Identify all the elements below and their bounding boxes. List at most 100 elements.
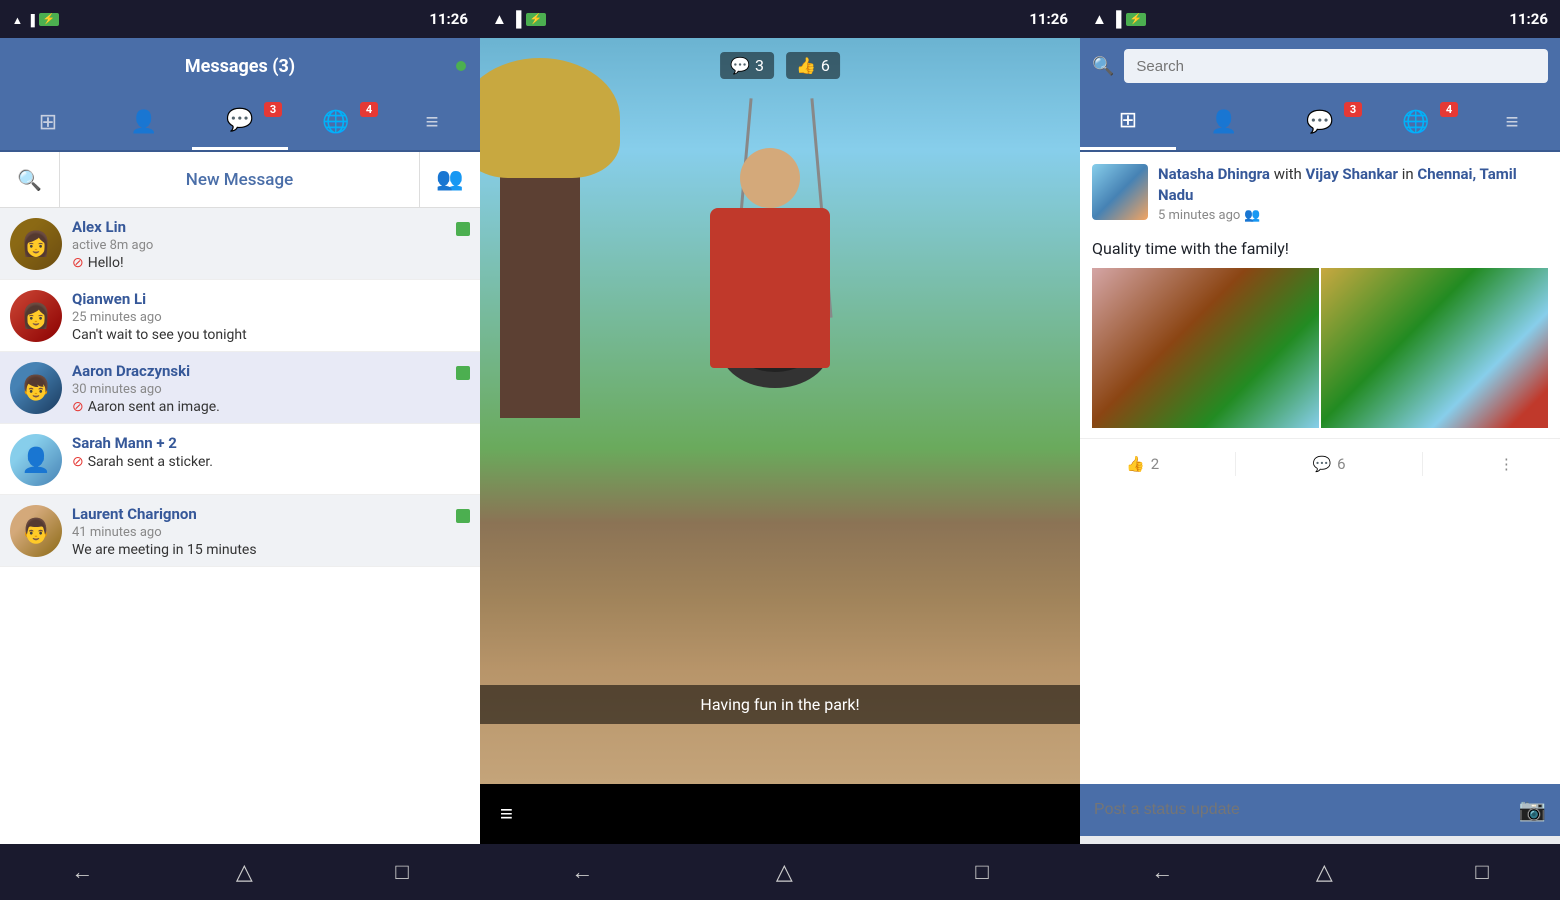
tab-friends[interactable]: 👤 — [96, 94, 192, 150]
news-icon: ⊞ — [39, 110, 57, 135]
post-photo-1[interactable] — [1092, 268, 1319, 428]
msg-time-qianwen: 25 minutes ago — [72, 310, 470, 325]
new-message-button[interactable]: New Message — [60, 152, 420, 207]
signal-icon — [27, 10, 35, 28]
feed-tab-messages[interactable]: 💬 3 — [1272, 94, 1368, 150]
photo-caption-text: Having fun in the park! — [700, 695, 859, 714]
message-item-aaron[interactable]: 👦 Aaron Draczynski 30 minutes ago ⊘Aaron… — [0, 352, 480, 424]
like-action-icon: 👍 — [1126, 455, 1145, 473]
feed-tab-globe[interactable]: 🌐 4 — [1368, 94, 1464, 150]
tab-menu[interactable]: ≡ — [384, 94, 480, 150]
msg-preview-qianwen: Can't wait to see you tonight — [72, 327, 470, 343]
tab-news[interactable]: ⊞ — [0, 94, 96, 150]
post-text: Quality time with the family! — [1080, 235, 1560, 268]
like-button[interactable]: 👍 2 — [1110, 455, 1175, 473]
photo-likes-stat: 👍 6 — [786, 52, 840, 79]
messages-topbar: Messages (3) — [0, 38, 480, 94]
msg-name-aaron: Aaron Draczynski — [72, 362, 446, 380]
nav-bottom-feed: ← △ □ — [1080, 844, 1560, 900]
post-photo-2[interactable] — [1321, 268, 1548, 428]
post-avatar — [1092, 164, 1148, 220]
avatar-aaron: 👦 — [10, 362, 62, 414]
back-button-messages[interactable]: ← — [71, 859, 93, 885]
avatar-laurent: 👨 — [10, 505, 62, 557]
photo-scene — [480, 38, 1080, 784]
msg-name-alexlin: Alex Lin — [72, 218, 446, 236]
unread-icon: ⊘ — [72, 255, 84, 271]
feed-tab-menu[interactable]: ≡ — [1464, 94, 1560, 150]
panel-messages: ⚡ 11:26 Messages (3) ⊞ 👤 💬 3 🌐 4 ≡ 🔍 — [0, 0, 480, 900]
back-button-photo[interactable]: ← — [571, 859, 593, 885]
home-button-feed[interactable]: △ — [1316, 860, 1333, 885]
search-button[interactable]: 🔍 — [0, 152, 60, 207]
comment-button[interactable]: 💬 6 — [1296, 455, 1361, 473]
recents-button-photo[interactable]: □ — [975, 859, 988, 885]
msg-name-laurent: Laurent Charignon — [72, 505, 446, 523]
status-time-photo: 11:26 — [1029, 10, 1068, 28]
feed-tab-friends[interactable]: 👤 — [1176, 94, 1272, 150]
msg-time-aaron: 30 minutes ago — [72, 382, 446, 397]
photo-wifi-icon: ▲ — [492, 10, 507, 28]
swing-child-head — [740, 148, 800, 208]
feed-wifi-icon: ▲ — [1092, 10, 1107, 28]
feed-hamburger-icon: ≡ — [1506, 109, 1519, 135]
msg-content-laurent: Laurent Charignon 41 minutes ago We are … — [72, 505, 446, 558]
feed-globe-badge: 4 — [1440, 102, 1458, 117]
feed-messages-icon: 💬 — [1306, 110, 1333, 135]
photo-main[interactable]: 💬 3 👍 6 Having fun in the park! — [480, 38, 1080, 784]
messages-action-bar: 🔍 New Message 👥 — [0, 152, 480, 208]
back-button-feed[interactable]: ← — [1151, 859, 1173, 885]
more-button[interactable]: ⋮ — [1483, 455, 1530, 473]
nav-bottom-photo: ← △ □ — [480, 844, 1080, 900]
avatar-qianwen: 👩 — [10, 290, 62, 342]
post-time-text: 5 minutes ago — [1158, 208, 1240, 223]
message-list: 👩 Alex Lin active 8m ago ⊘Hello! 👩 Qianw… — [0, 208, 480, 844]
messages-title: Messages (3) — [185, 56, 295, 77]
post-in-label: in — [1402, 165, 1418, 183]
message-item-alexlin[interactable]: 👩 Alex Lin active 8m ago ⊘Hello! — [0, 208, 480, 280]
photo-comments-stat: 💬 3 — [720, 52, 774, 79]
post-with-name: Vijay Shankar — [1306, 165, 1398, 183]
comment-icon: 💬 — [730, 56, 750, 75]
new-message-label: New Message — [186, 170, 293, 190]
home-button-photo[interactable]: △ — [776, 860, 793, 885]
feed-battery-icon: ⚡ — [1126, 13, 1146, 26]
search-input[interactable] — [1124, 49, 1548, 83]
action-divider-2 — [1422, 452, 1423, 476]
like-icon: 👍 — [796, 56, 816, 75]
post-header: Natasha Dhingra with Vijay Shankar in Ch… — [1080, 152, 1560, 235]
recents-button-messages[interactable]: □ — [395, 859, 408, 885]
globe-badge: 4 — [360, 102, 378, 117]
tab-globe[interactable]: 🌐 4 — [288, 94, 384, 150]
group-button[interactable]: 👥 — [420, 152, 480, 207]
recents-button-feed[interactable]: □ — [1475, 859, 1488, 885]
photo-status-icons: ▲ ▐ ⚡ — [492, 10, 546, 28]
panel-feed: ▲ ▐ ⚡ 11:26 🔍 ⊞ 👤 💬 3 🌐 4 ≡ — [1080, 0, 1560, 900]
group-icon: 👥 — [436, 167, 463, 192]
message-item-sarah[interactable]: 👤 Sarah Mann + 2 ⊘Sarah sent a sticker. — [0, 424, 480, 495]
msg-content-qianwen: Qianwen Li 25 minutes ago Can't wait to … — [72, 290, 470, 343]
tab-messages[interactable]: 💬 3 — [192, 94, 288, 150]
post-photos — [1080, 268, 1560, 438]
post-status-bar: 📷 — [1080, 784, 1560, 836]
camera-icon[interactable]: 📷 — [1519, 798, 1546, 823]
feed-tab-news[interactable]: ⊞ — [1080, 94, 1176, 150]
nav-bottom-messages: ← △ □ — [0, 844, 480, 900]
msg-preview-alexlin: ⊘Hello! — [72, 255, 446, 271]
error-icon-aaron: ⊘ — [72, 399, 84, 415]
message-item-qianwen[interactable]: 👩 Qianwen Li 25 minutes ago Can't wait t… — [0, 280, 480, 352]
comments-count: 3 — [755, 56, 764, 75]
photo-caption: Having fun in the park! — [480, 685, 1080, 724]
online-dot — [456, 61, 466, 71]
status-bar-photo: ▲ ▐ ⚡ 11:26 — [480, 0, 1080, 38]
search-icon: 🔍 — [17, 168, 42, 192]
status-icons: ⚡ — [12, 10, 59, 28]
message-item-laurent[interactable]: 👨 Laurent Charignon 41 minutes ago We ar… — [0, 495, 480, 567]
photo-menu-button[interactable]: ≡ — [500, 801, 513, 827]
likes-count: 6 — [821, 56, 830, 75]
home-button-messages[interactable]: △ — [236, 860, 253, 885]
msg-time-laurent: 41 minutes ago — [72, 525, 446, 540]
status-update-input[interactable] — [1094, 801, 1509, 819]
friends-icon: 👤 — [130, 110, 157, 135]
post-author-name: Natasha Dhingra — [1158, 165, 1270, 183]
